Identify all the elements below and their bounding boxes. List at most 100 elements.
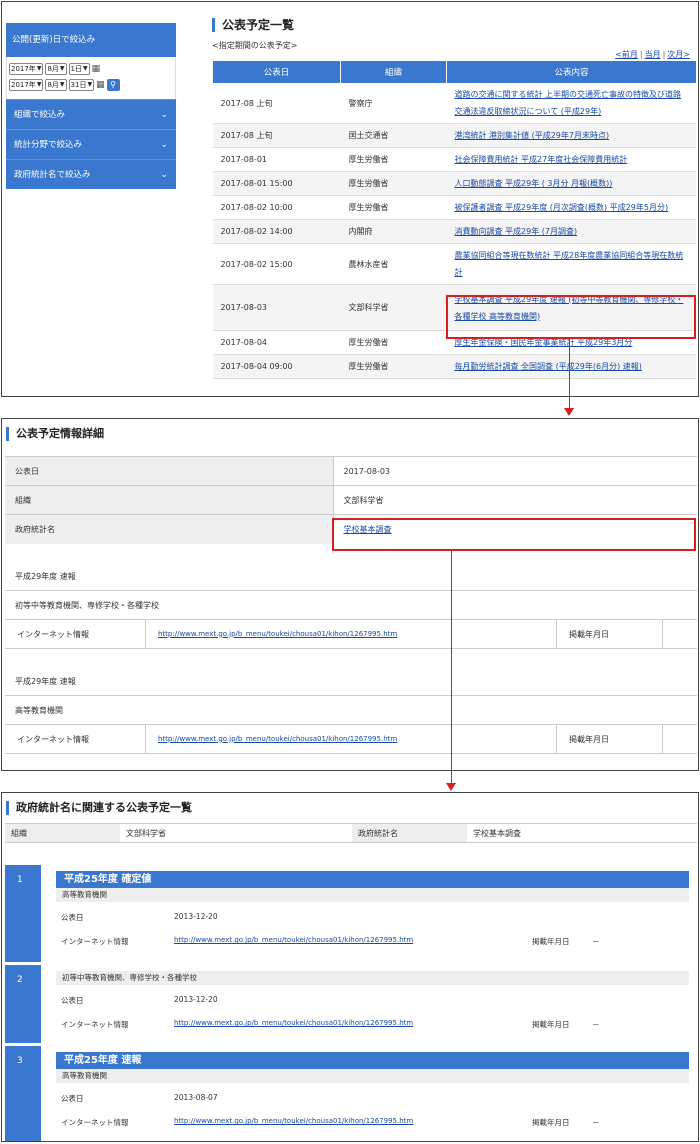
month-pager: <前月 | 当月 | 次月> (615, 50, 690, 59)
group1-line2: 初等中等教育機関、専修学校・各種学校 (5, 591, 697, 620)
row-content-link[interactable]: 消費動向調査 平成29年 (7月調査) (455, 227, 578, 236)
group2-net-row: インターネット情報 http://www.mext.go.jp/b_menu/t… (5, 724, 697, 754)
table-row: 2017-08-02 10:00 厚生労働省 被保護者調査 平成29年度 (月次調査… (212, 195, 696, 220)
group2-line1: 平成29年度 速報 (5, 667, 697, 696)
to-month-select[interactable]: 8月 ▼ (45, 79, 67, 91)
chevron-down-icon: ⌄ (160, 110, 168, 120)
row-content-link[interactable]: 道路の交通に関する統計 上半期の交通死亡事故の特徴及び道路交通法違反取締状況につ… (455, 90, 682, 116)
from-day-select[interactable]: 1日 ▼ (68, 63, 90, 75)
row-content-link[interactable]: 毎月勤労統計調査 全国調査 (平成29年(6月分) 速報) (455, 362, 642, 371)
net-label: インターネット情報 (17, 629, 89, 639)
table-row: 2017-08-02 15:00 農林水産省 農業協同組合等現在数統計 平成28年度… (212, 243, 696, 285)
net-url-link[interactable]: http://www.mext.go.jp/b_menu/toukei/chou… (158, 735, 397, 743)
schedule-list-panel: 公開(更新)日で絞込み 2017年 ▼ 8月 ▼ 1日 ▼ ▦ 2017年 ▼ 8月 ▼ … (1, 1, 699, 397)
chevron-down-icon: ▼ (36, 65, 42, 72)
table-row: 2017-08-02 14:00 内閣府 消費動向調査 平成29年 (7月調査) (212, 219, 696, 244)
from-month-select[interactable]: 8月 ▼ (45, 63, 67, 75)
table-row: 2017-08-01 厚生労働省 社会保障費用統計 平成27年度社会保障費用統計 (212, 147, 696, 172)
calendar-icon[interactable]: ▦ (92, 64, 101, 74)
row-org: 警察庁 (340, 83, 447, 124)
row-date: 2017-08-03 (212, 284, 341, 331)
chevron-down-icon: ▼ (83, 65, 88, 72)
detail-key: 公表日 (5, 456, 334, 486)
related-entry: 3 平成25年度 速報 高等教育機関 公表日 2013-08-07 インターネット情報 ht… (5, 1046, 697, 1141)
row-content-link[interactable]: 社会保障費用統計 平成27年度社会保障費用統計 (455, 155, 628, 164)
org-label: 組織 (5, 824, 120, 842)
row-content-link[interactable]: 港湾統計 港別集計値 (平成29年7月末時点) (455, 131, 610, 140)
row-org: 文部科学省 (340, 284, 447, 331)
search-button[interactable]: ⚲ (106, 79, 120, 91)
to-day-value: 31日 (70, 81, 87, 89)
next-month-link[interactable]: 次月> (667, 50, 690, 59)
stat-value: 学校基本調査 (473, 829, 521, 838)
date-filter-header: 公開(更新)日で絞込み (6, 23, 176, 57)
prev-month-link[interactable]: <前月 (615, 50, 638, 59)
entry-net-line: インターネット情報 http://www.mext.go.jp/b_menu/to… (61, 936, 600, 947)
page-title: 公表予定一覧 (212, 18, 294, 32)
row-content-link[interactable]: 厚生年金保険・国民年金事業統計 平成29年3月分 (455, 338, 633, 347)
accordion-org-filter[interactable]: 組織で絞込み ⌄ (6, 99, 176, 129)
org-value: 文部科学省 (126, 829, 166, 838)
chevron-down-icon: ⌄ (160, 140, 168, 150)
row-org: 内閣府 (340, 219, 447, 244)
table-row: 2017-08-01 15:00 厚生労働省 人口動態調査 平成29年 ( 3月分 … (212, 171, 696, 196)
detail-title: 公表予定情報詳細 (6, 427, 104, 441)
row-content-link[interactable]: 被保護者調査 平成29年度 (月次調査(概数) 平成29年5月分) (455, 203, 669, 212)
net-url-link[interactable]: http://www.mext.go.jp/b_menu/toukei/chou… (174, 1117, 413, 1125)
chevron-down-icon: ▼ (59, 81, 65, 88)
row-org: 国土交通省 (340, 123, 447, 148)
row-content-cell: 港湾統計 港別集計値 (平成29年7月末時点) (446, 123, 696, 148)
flow-arrow-line (569, 337, 570, 410)
net-url-link[interactable]: http://www.mext.go.jp/b_menu/toukei/chou… (174, 936, 413, 944)
entry-net-line: インターネット情報 http://www.mext.go.jp/b_menu/to… (61, 1019, 600, 1030)
row-content-link[interactable]: 人口動態調査 平成29年 ( 3月分 月報(概数)) (455, 179, 613, 188)
related-title: 政府統計名に関連する公表予定一覧 (6, 801, 192, 815)
to-year-value: 2017年 (11, 81, 36, 89)
row-content-link[interactable]: 農業協同組合等現在数統計 平成28年度農業協同組合等現在数統計 (455, 251, 684, 277)
date-label: 公表日 (61, 996, 84, 1005)
flow-arrow-line (451, 551, 452, 785)
to-year-select[interactable]: 2017年 ▼ (9, 79, 44, 91)
highlight-box (446, 295, 696, 339)
flow-arrow-head (564, 408, 574, 416)
row-content-cell: 道路の交通に関する統計 上半期の交通死亡事故の特徴及び道路交通法違反取締状況につ… (446, 83, 696, 124)
accordion-label: 政府統計名で絞込み (14, 170, 91, 180)
group1-net-row: インターネット情報 http://www.mext.go.jp/b_menu/t… (5, 619, 697, 649)
date-label: 公表日 (61, 1094, 84, 1103)
from-year-select[interactable]: 2017年 ▼ (9, 63, 44, 75)
accordion-field-filter[interactable]: 統計分野で絞込み ⌄ (6, 129, 176, 159)
row-content-cell: 被保護者調査 平成29年度 (月次調査(概数) 平成29年5月分) (446, 195, 696, 220)
to-day-select[interactable]: 31日 ▼ (68, 79, 95, 91)
highlight-box (332, 518, 696, 551)
accordion-label: 統計分野で絞込み (14, 140, 83, 150)
detail-row: 公表日 2017-08-03 (5, 456, 697, 486)
net-label: インターネット情報 (61, 937, 129, 946)
search-icon: ⚲ (110, 80, 117, 89)
current-month-link[interactable]: 当月 (645, 50, 661, 59)
entry-band-title: 平成25年度 確定値 (56, 871, 689, 888)
date-to-row: 2017年 ▼ 8月 ▼ 31日 ▼ ▦ ⚲ (7, 77, 175, 93)
row-date: 2017-08-04 (212, 330, 341, 355)
related-panel: 政府統計名に関連する公表予定一覧 組織 文部科学省 政府統計名 学校基本調査 1… (1, 792, 699, 1142)
calendar-icon[interactable]: ▦ (96, 80, 105, 90)
detail-row: 組織 文部科学省 (5, 485, 697, 515)
net-url-link[interactable]: http://www.mext.go.jp/b_menu/toukei/chou… (174, 1019, 413, 1027)
accordion-stat-filter[interactable]: 政府統計名で絞込み ⌄ (6, 159, 176, 189)
row-org: 厚生労働省 (340, 171, 447, 196)
entry-net-line: インターネット情報 http://www.mext.go.jp/b_menu/to… (61, 1117, 600, 1128)
detail-key: 組織 (5, 485, 334, 515)
net-url-cell: http://www.mext.go.jp/b_menu/toukei/chou… (174, 1117, 532, 1128)
from-day-value: 1日 (70, 65, 83, 73)
date-value: 2013-12-20 (174, 995, 218, 1004)
row-date: 2017-08-01 (212, 147, 341, 172)
entry-date-line: 公表日 2013-12-20 (61, 912, 218, 923)
entry-number: 3 (5, 1046, 41, 1141)
row-content-cell: 人口動態調査 平成29年 ( 3月分 月報(概数)) (446, 171, 696, 196)
detail-value: 2017-08-03 (333, 456, 697, 486)
net-url-link[interactable]: http://www.mext.go.jp/b_menu/toukei/chou… (158, 630, 397, 638)
related-entry: 2 初等中等教育機関、専修学校・各種学校 公表日 2013-12-20 インターネット情… (5, 965, 697, 1043)
row-date: 2017-08-02 10:00 (212, 195, 341, 220)
net-url-cell: http://www.mext.go.jp/b_menu/toukei/chou… (174, 936, 532, 947)
row-org: 厚生労働省 (340, 147, 447, 172)
entry-subtitle: 高等教育機関 (56, 888, 689, 902)
